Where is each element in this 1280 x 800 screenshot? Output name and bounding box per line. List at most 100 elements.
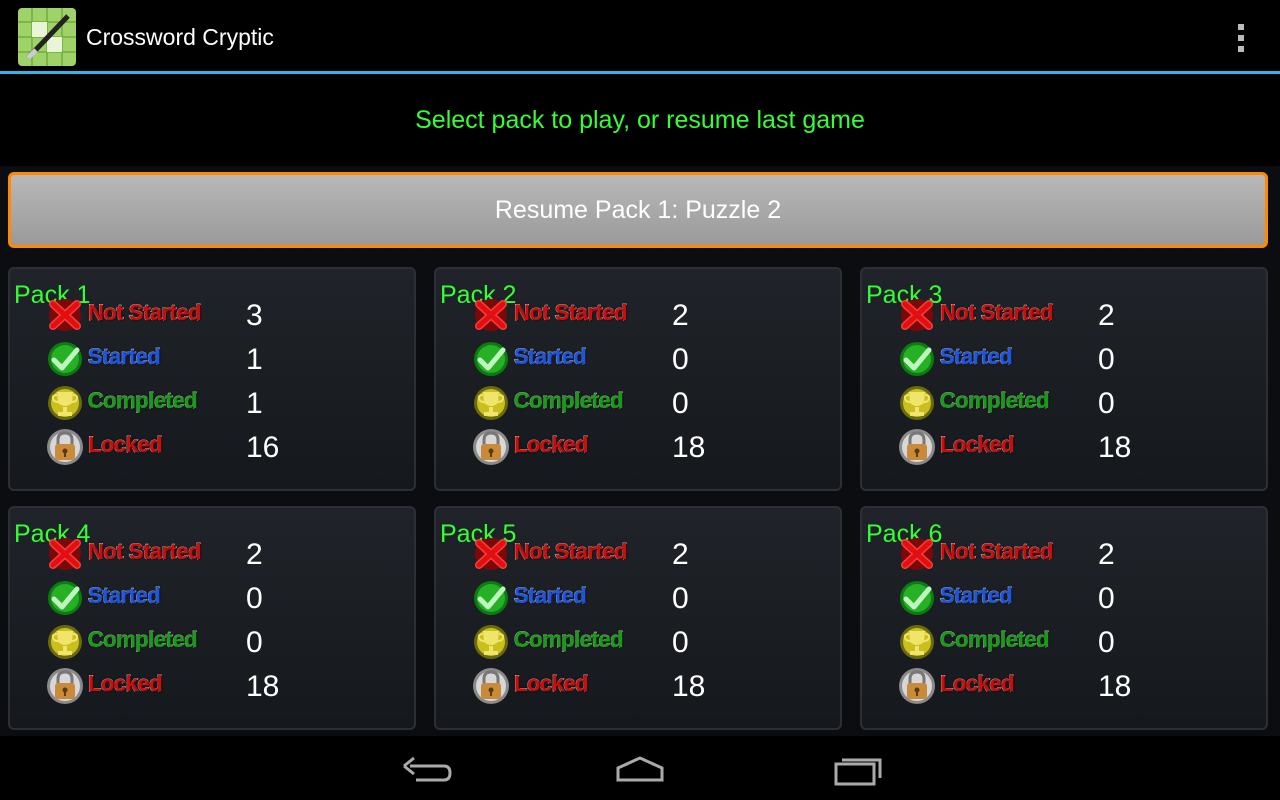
stat-row-not-started: Not Started 2 — [44, 532, 404, 572]
not-started-x-icon — [470, 295, 512, 335]
stat-row-locked: Locked 16 — [44, 425, 404, 465]
stat-count: 18 — [672, 431, 706, 464]
stat-row-completed: Completed 0 — [896, 381, 1256, 421]
app-title: Crossword Cryptic — [86, 24, 274, 50]
locked-padlock-icon — [470, 427, 512, 467]
stat-count: 0 — [672, 626, 689, 659]
stat-row-completed: Completed 0 — [44, 620, 404, 660]
stat-count: 18 — [1098, 670, 1132, 703]
stat-row-not-started: Not Started 2 — [470, 293, 830, 333]
pack-card[interactable]: Pack 2 Not Started 2 Started 0 Completed 0 Lock… — [434, 267, 842, 491]
pack-card[interactable]: Pack 4 Not Started 2 Started 0 Completed 0 Lock… — [8, 506, 416, 730]
stat-count: 2 — [1098, 299, 1115, 332]
stat-row-completed: Completed 0 — [470, 381, 830, 421]
stat-label: Completed — [87, 388, 198, 414]
stat-label: Not Started — [513, 539, 628, 565]
completed-trophy-icon — [896, 383, 938, 423]
started-check-icon — [470, 578, 512, 618]
stat-label: Not Started — [87, 300, 202, 326]
stat-row-not-started: Not Started 2 — [896, 293, 1256, 333]
stat-label: Completed — [939, 388, 1050, 414]
stat-row-locked: Locked 18 — [896, 664, 1256, 704]
stat-row-not-started: Not Started 2 — [896, 532, 1256, 572]
stat-row-not-started: Not Started 3 — [44, 293, 404, 333]
stat-label: Locked — [87, 671, 163, 697]
back-icon[interactable] — [396, 750, 456, 790]
stat-count: 0 — [672, 582, 689, 615]
stat-count: 0 — [1098, 343, 1115, 376]
started-check-icon — [896, 339, 938, 379]
crossword-pen-icon[interactable] — [18, 8, 76, 66]
stat-count: 3 — [246, 299, 263, 332]
stat-count: 0 — [1098, 626, 1115, 659]
stat-label: Not Started — [87, 539, 202, 565]
stat-label: Completed — [939, 627, 1050, 653]
stat-row-not-started: Not Started 2 — [470, 532, 830, 572]
overflow-menu-icon[interactable] — [1236, 24, 1246, 52]
stat-row-completed: Completed 0 — [896, 620, 1256, 660]
stat-label: Locked — [87, 432, 163, 458]
stat-row-locked: Locked 18 — [896, 425, 1256, 465]
completed-trophy-icon — [896, 622, 938, 662]
not-started-x-icon — [896, 295, 938, 335]
stat-label: Started — [939, 344, 1013, 370]
stat-count: 0 — [246, 626, 263, 659]
stat-row-started: Started 0 — [896, 576, 1256, 616]
completed-trophy-icon — [44, 622, 86, 662]
stat-row-locked: Locked 18 — [470, 664, 830, 704]
pack-card[interactable]: Pack 5 Not Started 2 Started 0 Completed 0 Lock… — [434, 506, 842, 730]
started-check-icon — [470, 339, 512, 379]
stat-count: 0 — [1098, 387, 1115, 420]
stat-label: Started — [513, 344, 587, 370]
pack-card[interactable]: Pack 3 Not Started 2 Started 0 Completed 0 Lock… — [860, 267, 1268, 491]
stat-label: Locked — [939, 671, 1015, 697]
stat-count: 18 — [1098, 431, 1132, 464]
not-started-x-icon — [896, 534, 938, 574]
locked-padlock-icon — [896, 666, 938, 706]
stat-count: 2 — [1098, 538, 1115, 571]
stat-label: Started — [513, 583, 587, 609]
stat-count: 0 — [1098, 582, 1115, 615]
not-started-x-icon — [44, 534, 86, 574]
action-bar: Crossword Cryptic — [0, 0, 1280, 74]
stat-count: 0 — [672, 343, 689, 376]
stat-count: 18 — [246, 670, 280, 703]
stat-label: Not Started — [939, 300, 1054, 326]
not-started-x-icon — [44, 295, 86, 335]
pack-card[interactable]: Pack 6 Not Started 2 Started 0 Completed 0 Lock… — [860, 506, 1268, 730]
stat-row-locked: Locked 18 — [470, 425, 830, 465]
pack-card[interactable]: Pack 1 Not Started 3 Started 1 Completed 1 Lock… — [8, 267, 416, 491]
stat-label: Started — [87, 583, 161, 609]
recents-icon[interactable] — [828, 750, 888, 790]
stat-count: 0 — [672, 387, 689, 420]
stat-row-completed: Completed 1 — [44, 381, 404, 421]
stat-label: Not Started — [939, 539, 1054, 565]
stat-row-started: Started 0 — [896, 337, 1256, 377]
stat-label: Completed — [513, 627, 624, 653]
content-area: Resume Pack 1: Puzzle 2 Pack 1 Not Starte… — [0, 166, 1280, 736]
header-band: Select pack to play, or resume last game — [0, 74, 1280, 167]
stat-row-started: Started 0 — [44, 576, 404, 616]
stat-label: Started — [87, 344, 161, 370]
locked-padlock-icon — [896, 427, 938, 467]
stat-label: Completed — [87, 627, 198, 653]
stat-row-started: Started 0 — [470, 576, 830, 616]
stat-count: 1 — [246, 387, 263, 420]
stat-count: 2 — [246, 538, 263, 571]
instruction-text: Select pack to play, or resume last game — [415, 106, 865, 134]
locked-padlock-icon — [44, 666, 86, 706]
stat-label: Locked — [513, 432, 589, 458]
stat-row-locked: Locked 18 — [44, 664, 404, 704]
resume-button[interactable]: Resume Pack 1: Puzzle 2 — [8, 172, 1268, 248]
stat-count: 2 — [672, 299, 689, 332]
home-icon[interactable] — [610, 750, 670, 790]
stat-label: Started — [939, 583, 1013, 609]
stat-count: 2 — [672, 538, 689, 571]
stat-label: Not Started — [513, 300, 628, 326]
stat-row-started: Started 1 — [44, 337, 404, 377]
started-check-icon — [44, 578, 86, 618]
stat-count: 18 — [672, 670, 706, 703]
stat-row-completed: Completed 0 — [470, 620, 830, 660]
locked-padlock-icon — [44, 427, 86, 467]
stat-count: 1 — [246, 343, 263, 376]
